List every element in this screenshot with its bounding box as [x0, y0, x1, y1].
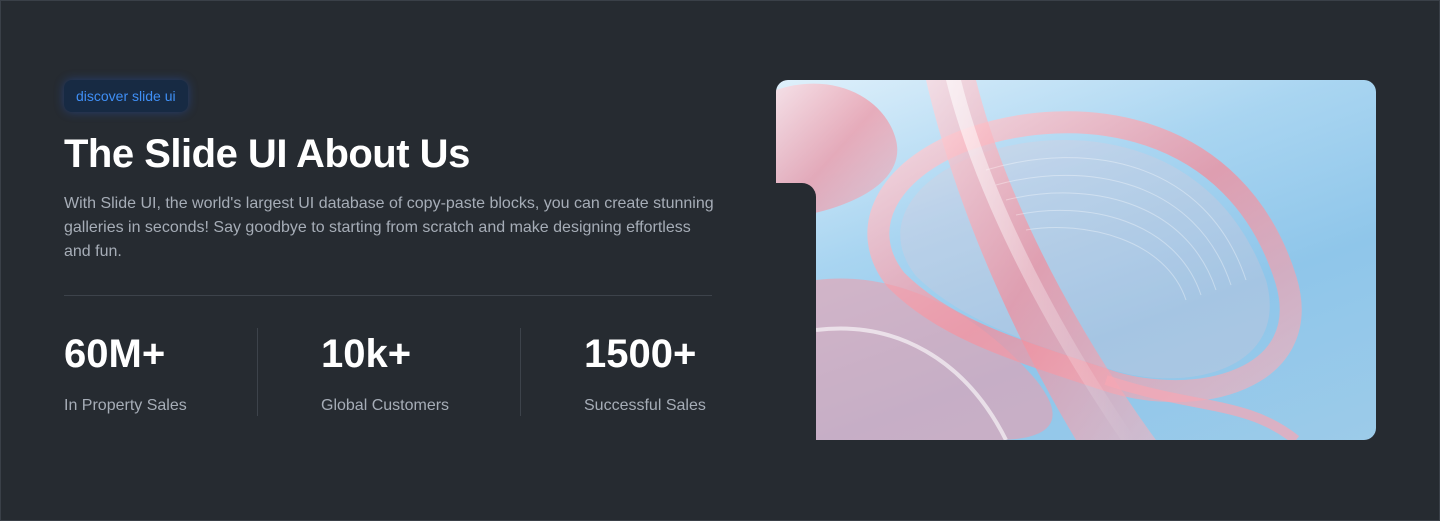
stat-label: Successful Sales: [584, 397, 706, 414]
stat-global-customers: 10k+ Global Customers: [321, 330, 449, 417]
stat-value: 1500+: [584, 332, 697, 376]
stat-value: 10k+: [321, 332, 412, 376]
page-description: With Slide UI, the world's largest UI da…: [64, 195, 714, 260]
image-corner-cutout: [776, 183, 816, 443]
page-title: The Slide UI About Us: [64, 132, 470, 176]
discover-badge: discover slide ui: [64, 80, 188, 112]
abstract-glass-waves-image: [776, 80, 1376, 440]
hero-artwork: [776, 80, 1302, 440]
stat-property-sales: 60M+ In Property Sales: [64, 330, 187, 417]
stat-separator: [520, 328, 521, 416]
stat-label: Global Customers: [321, 397, 450, 414]
stat-label: In Property Sales: [64, 397, 187, 414]
stat-successful-sales: 1500+ Successful Sales: [584, 330, 706, 417]
stat-value: 60M+: [64, 332, 166, 376]
stat-separator: [257, 328, 258, 416]
section-divider: [64, 295, 712, 296]
